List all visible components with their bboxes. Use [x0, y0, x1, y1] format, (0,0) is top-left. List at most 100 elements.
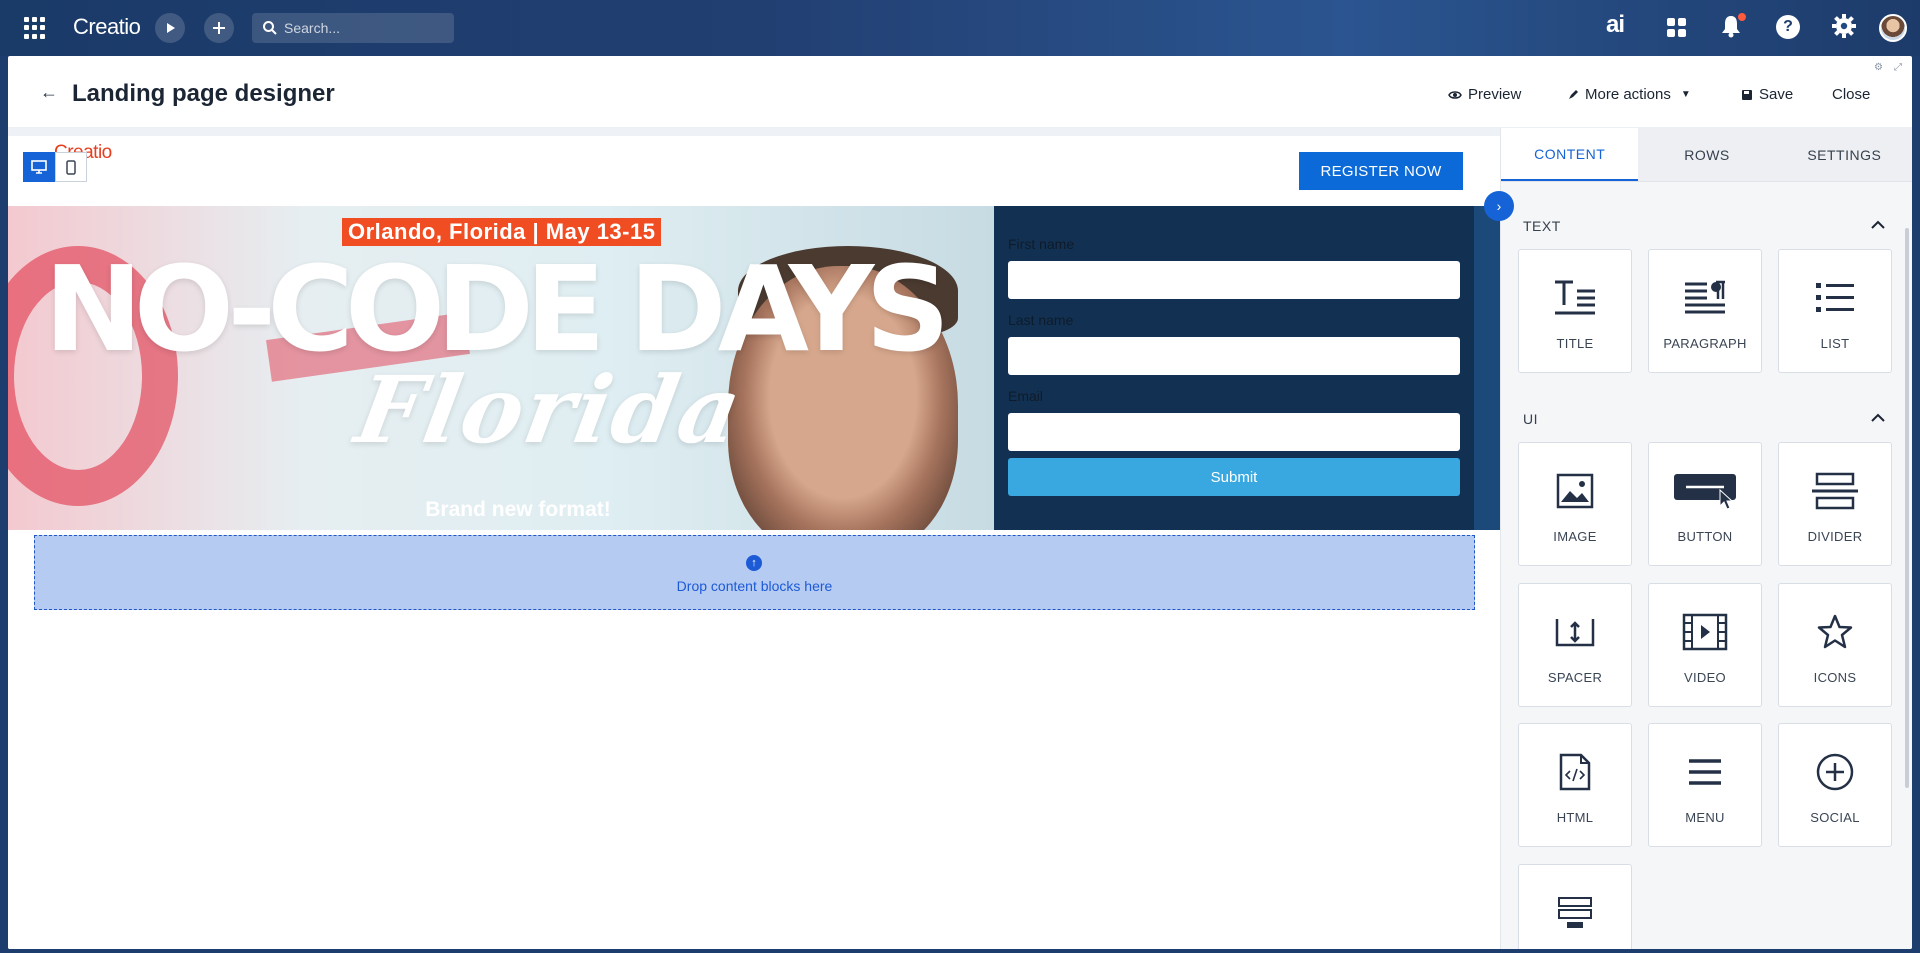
chevron-up-icon[interactable] [1871, 409, 1885, 425]
ui-section-header[interactable]: UI [1501, 401, 1905, 437]
hero-row[interactable]: Orlando, Florida | May 13-15 NO-CODE DAY… [8, 206, 1500, 530]
app-launcher-icon[interactable] [24, 17, 46, 39]
image-icon [1519, 467, 1631, 515]
more-actions-button[interactable]: More actions ▼ [1567, 86, 1691, 103]
spacer-icon [1519, 608, 1631, 656]
list-label: LIST [1820, 336, 1850, 351]
apps-icon[interactable] [1667, 18, 1686, 37]
registration-form[interactable]: First name Last name Email Submit [994, 206, 1474, 530]
preview-button[interactable]: Preview [1448, 86, 1521, 103]
close-button[interactable]: Close [1832, 86, 1870, 103]
block-list[interactable]: LIST [1778, 249, 1892, 373]
panel-tabs: CONTENT ROWS SETTINGS [1501, 128, 1912, 182]
video-label: VIDEO [1684, 670, 1726, 685]
top-bar: Creatio Search... ai ? [0, 0, 1920, 56]
panel-scrollbar[interactable] [1905, 228, 1909, 788]
block-divider[interactable]: DIVIDER [1778, 442, 1892, 566]
brand-logo[interactable]: Creatio [73, 14, 141, 40]
floppy-disk-icon [1742, 89, 1752, 100]
block-icons[interactable]: ICONS [1778, 583, 1892, 707]
tab-rows[interactable]: ROWS [1638, 128, 1775, 181]
block-title[interactable]: TITLE [1518, 249, 1632, 373]
last-name-label: Last name [1008, 312, 1074, 328]
block-form[interactable] [1518, 864, 1632, 949]
first-name-field[interactable] [1008, 261, 1460, 299]
html-file-icon [1519, 748, 1631, 796]
block-video[interactable]: VIDEO [1648, 583, 1762, 707]
canvas-top-strip [8, 128, 1500, 136]
title-icon [1519, 274, 1631, 322]
block-paragraph[interactable]: PARAGRAPH [1648, 249, 1762, 373]
block-social[interactable]: SOCIAL [1778, 723, 1892, 847]
divider-label: DIVIDER [1807, 529, 1863, 544]
designer-card: ⚙ ⤢ ← Landing page designer Preview More… [8, 56, 1912, 949]
desktop-icon [31, 160, 47, 174]
list-icon [1779, 274, 1891, 322]
page-title: Landing page designer [72, 80, 335, 107]
desktop-view-toggle[interactable] [23, 152, 55, 182]
title-label: TITLE [1556, 336, 1594, 351]
hero-script-text[interactable]: Florida [348, 356, 750, 464]
text-section-header[interactable]: TEXT [1501, 208, 1905, 244]
button-label: BUTTON [1677, 529, 1733, 544]
mobile-icon [66, 159, 76, 175]
help-icon[interactable]: ? [1776, 15, 1800, 39]
video-icon [1649, 608, 1761, 656]
icons-label: ICONS [1813, 670, 1857, 685]
blocks-panel: CONTENT ROWS SETTINGS TEXT TITLE PARAGRA… [1500, 128, 1912, 949]
star-icon [1779, 608, 1891, 656]
eye-icon [1448, 90, 1462, 99]
notification-dot [1738, 13, 1746, 21]
more-actions-label: More actions [1585, 86, 1671, 103]
menu-icon [1649, 748, 1761, 796]
register-now-button[interactable]: REGISTER NOW [1299, 152, 1463, 190]
run-process-icon[interactable] [155, 13, 185, 43]
plus-circle-icon [1779, 748, 1891, 796]
pin-icon[interactable]: ⚙ [1874, 62, 1883, 73]
block-image[interactable]: IMAGE [1518, 442, 1632, 566]
divider-icon [1779, 467, 1891, 515]
hero-headline[interactable]: NO-CODE DAYS [44, 250, 950, 368]
block-button[interactable]: BUTTON [1648, 442, 1762, 566]
rocket-icon [1569, 89, 1578, 99]
fullscreen-icon[interactable]: ⤢ [1894, 62, 1902, 73]
drop-zone[interactable]: ↑ Drop content blocks here [34, 535, 1475, 610]
caret-down-icon: ▼ [1680, 89, 1691, 100]
collapse-panel-icon[interactable]: › [1484, 191, 1514, 221]
image-label: IMAGE [1553, 529, 1597, 544]
html-label: HTML [1556, 810, 1594, 825]
chevron-up-icon[interactable] [1871, 216, 1885, 232]
search-input[interactable]: Search... [252, 13, 454, 43]
block-html[interactable]: HTML [1518, 723, 1632, 847]
hero-right-image-strip [1474, 206, 1500, 530]
social-label: SOCIAL [1810, 810, 1860, 825]
block-menu[interactable]: MENU [1648, 723, 1762, 847]
settings-gear-icon[interactable] [1831, 13, 1857, 44]
drop-zone-label: Drop content blocks here [676, 578, 833, 594]
design-canvas[interactable]: Creatio REGISTER NOW Orlando, Florida | … [8, 128, 1500, 949]
preview-label: Preview [1468, 86, 1522, 103]
search-placeholder: Search... [284, 20, 341, 36]
ui-section-label: UI [1523, 411, 1538, 427]
ai-copilot-icon[interactable]: ai [1606, 11, 1625, 39]
email-field[interactable] [1008, 413, 1460, 451]
save-button[interactable]: Save [1741, 86, 1793, 103]
mobile-view-toggle[interactable] [55, 152, 87, 182]
tab-content[interactable]: CONTENT [1501, 128, 1639, 181]
save-label: Save [1759, 86, 1794, 103]
add-icon[interactable] [204, 13, 234, 43]
paragraph-label: PARAGRAPH [1663, 336, 1747, 351]
submit-button[interactable]: Submit [1008, 458, 1460, 496]
page-header: ⚙ ⤢ ← Landing page designer Preview More… [8, 56, 1912, 128]
last-name-field[interactable] [1008, 337, 1460, 375]
hero-tagline[interactable]: Brand new format! [8, 498, 1028, 522]
form-block-icon [1519, 889, 1631, 937]
user-avatar[interactable] [1879, 14, 1907, 42]
tab-settings[interactable]: SETTINGS [1776, 128, 1912, 181]
block-spacer[interactable]: SPACER [1518, 583, 1632, 707]
email-label: Email [1008, 388, 1044, 404]
menu-label: MENU [1685, 810, 1725, 825]
back-arrow-icon[interactable]: ← [40, 82, 58, 103]
text-section-label: TEXT [1523, 218, 1561, 234]
upload-arrow-icon: ↑ [746, 555, 762, 571]
